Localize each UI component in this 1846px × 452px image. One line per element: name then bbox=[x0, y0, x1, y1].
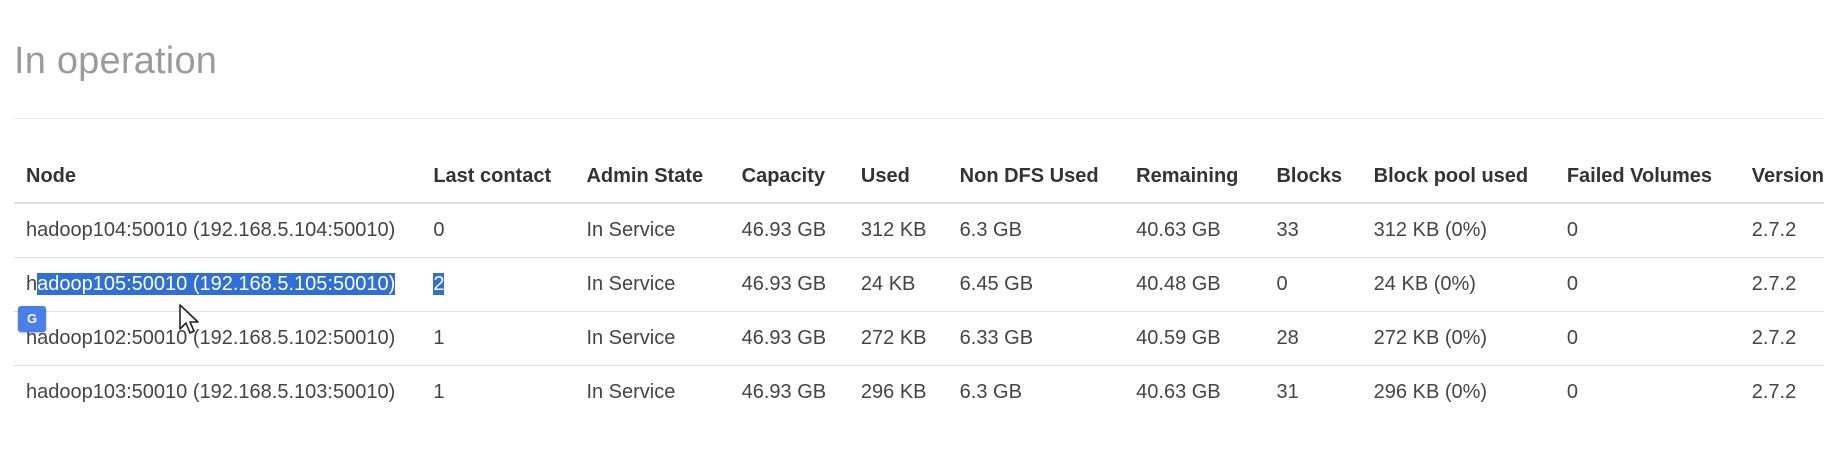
cell-node[interactable]: hadoop104:50010 (192.168.5.104:50010) bbox=[14, 203, 422, 258]
cell-admin-state: In Service bbox=[574, 257, 730, 312]
cell-version: 2.7.2 bbox=[1739, 311, 1824, 366]
table-row: hadoop105:50010 (192.168.5.105:50010) 2 … bbox=[14, 257, 1824, 312]
cell-remaining: 40.63 GB bbox=[1124, 203, 1265, 258]
table-row: hadoop103:50010 (192.168.5.103:50010) 1 … bbox=[14, 366, 1824, 420]
cell-block-pool-used: 24 KB (0%) bbox=[1361, 257, 1555, 312]
cell-non-dfs-used: 6.33 GB bbox=[947, 311, 1125, 366]
cell-capacity: 46.93 GB bbox=[729, 311, 849, 366]
cell-blocks: 0 bbox=[1264, 257, 1362, 312]
col-header-node[interactable]: Node bbox=[14, 150, 422, 204]
cell-blocks: 33 bbox=[1264, 203, 1362, 258]
cell-failed-volumes: 0 bbox=[1566, 381, 1578, 403]
cell-last-contact: 1 bbox=[433, 381, 445, 403]
node-text: h bbox=[26, 273, 38, 295]
cell-blocks: 28 bbox=[1264, 311, 1362, 366]
cell-failed-volumes: 0 bbox=[1554, 257, 1740, 312]
cell-blocks: 31 bbox=[1276, 381, 1299, 403]
col-header-block-pool-used[interactable]: Block pool used bbox=[1361, 150, 1555, 204]
node-text: hadoop103:50010 (192.168.5.103:50010) bbox=[26, 381, 396, 403]
cell-last-contact: 0 bbox=[421, 203, 575, 258]
col-header-used[interactable]: Used bbox=[848, 150, 948, 204]
cell-non-dfs-used: 6.3 GB bbox=[947, 203, 1125, 258]
cell-capacity: 46.93 GB bbox=[729, 203, 849, 258]
table-row: hadoop104:50010 (192.168.5.104:50010) 0 … bbox=[14, 203, 1824, 258]
cell-capacity: 46.93 GB bbox=[729, 257, 849, 312]
col-header-admin-state[interactable]: Admin State bbox=[574, 150, 730, 204]
divider bbox=[14, 118, 1824, 119]
cell-used: 312 KB bbox=[848, 203, 948, 258]
col-header-last-contact[interactable]: Last contact bbox=[421, 150, 575, 204]
cell-failed-volumes: 0 bbox=[1554, 203, 1740, 258]
col-header-remaining[interactable]: Remaining bbox=[1124, 150, 1265, 204]
cell-remaining: 40.48 GB bbox=[1124, 257, 1265, 312]
cell-node[interactable]: hadoop105:50010 (192.168.5.105:50010) bbox=[14, 257, 422, 312]
cell-used: 24 KB bbox=[848, 257, 948, 312]
cell-node[interactable]: hadoop102:50010 (192.168.5.102:50010) bbox=[14, 311, 422, 366]
cell-version: 2.7.2 bbox=[1739, 257, 1824, 312]
node-text: hadoop104:50010 (192.168.5.104:50010) bbox=[26, 219, 396, 241]
cell-failed-volumes: 0 bbox=[1554, 311, 1740, 366]
mouse-cursor-icon bbox=[179, 304, 199, 334]
last-contact-selected: 2 bbox=[433, 273, 445, 295]
cell-node[interactable]: hadoop103:50010 (192.168.5.103:50010) bbox=[14, 366, 421, 420]
col-header-failed-volumes[interactable]: Failed Volumes bbox=[1554, 150, 1740, 204]
col-header-blocks[interactable]: Blocks bbox=[1264, 150, 1362, 204]
node-text: hadoop102:50010 (192.168.5.102:50010) bbox=[26, 327, 396, 349]
cell-remaining: 40.63 GB bbox=[1136, 381, 1221, 403]
section-title: In operation bbox=[14, 40, 218, 82]
cell-capacity: 46.93 GB bbox=[741, 381, 827, 403]
table-header-row: Node Last contact Admin State Capacity U… bbox=[14, 150, 1824, 204]
cell-used: 272 KB bbox=[848, 311, 948, 366]
table-row: hadoop102:50010 (192.168.5.102:50010) 1 … bbox=[14, 311, 1824, 366]
col-header-capacity[interactable]: Capacity bbox=[729, 150, 849, 204]
cell-non-dfs-used: 6.3 GB bbox=[959, 381, 1022, 403]
cell-admin-state: In Service bbox=[574, 311, 730, 366]
cell-last-contact: 1 bbox=[421, 311, 575, 366]
cell-block-pool-used: 312 KB (0%) bbox=[1361, 203, 1555, 258]
cell-non-dfs-used: 6.45 GB bbox=[947, 257, 1125, 312]
cell-block-pool-used: 296 KB (0%) bbox=[1373, 381, 1488, 403]
cell-last-contact: 2 bbox=[421, 257, 575, 312]
cell-version: 2.7.2 bbox=[1751, 381, 1797, 403]
cell-admin-state: In Service bbox=[574, 203, 730, 258]
col-header-non-dfs-used[interactable]: Non DFS Used bbox=[947, 150, 1125, 204]
cell-block-pool-used: 272 KB (0%) bbox=[1361, 311, 1555, 366]
node-text-selected: adoop105:50010 (192.168.5.105:50010) bbox=[37, 273, 396, 295]
cell-admin-state: In Service bbox=[586, 381, 676, 403]
cell-remaining: 40.59 GB bbox=[1124, 311, 1265, 366]
google-translate-icon[interactable]: G bbox=[18, 306, 49, 332]
cell-version: 2.7.2 bbox=[1739, 203, 1824, 258]
col-header-version[interactable]: Version bbox=[1739, 150, 1824, 204]
cell-used: 296 KB bbox=[860, 381, 927, 403]
datanode-table: Node Last contact Admin State Capacity U… bbox=[14, 150, 1824, 419]
